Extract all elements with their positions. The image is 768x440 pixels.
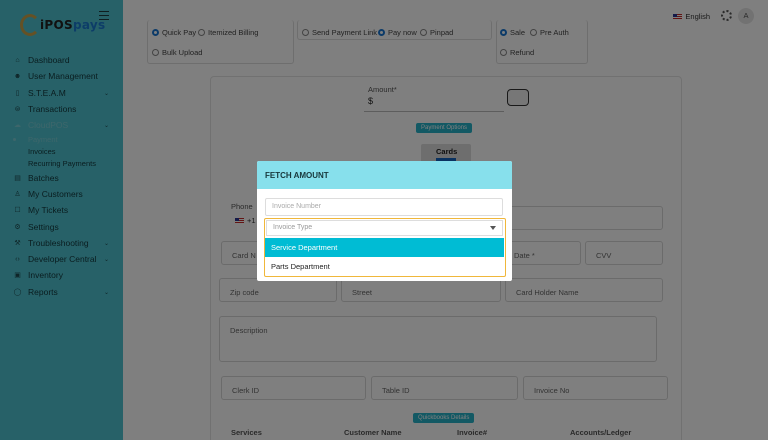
option-parts-department[interactable]: Parts Department <box>265 257 504 276</box>
invoice-type-placeholder: Invoice Type <box>273 224 313 231</box>
invoice-number-input[interactable]: Invoice Number <box>265 198 503 216</box>
invoice-number-placeholder: Invoice Number <box>272 203 322 210</box>
fetch-amount-modal: FETCH AMOUNT Invoice Number Invoice Type… <box>257 161 512 281</box>
option-service-department[interactable]: Service Department <box>265 238 504 257</box>
caret-down-icon <box>490 226 496 230</box>
invoice-type-dropdown[interactable]: Invoice Type Service Department Parts De… <box>264 218 506 277</box>
invoice-type-select[interactable]: Invoice Type <box>266 220 503 236</box>
modal-header: FETCH AMOUNT <box>257 161 512 189</box>
modal-title: FETCH AMOUNT <box>265 171 329 180</box>
